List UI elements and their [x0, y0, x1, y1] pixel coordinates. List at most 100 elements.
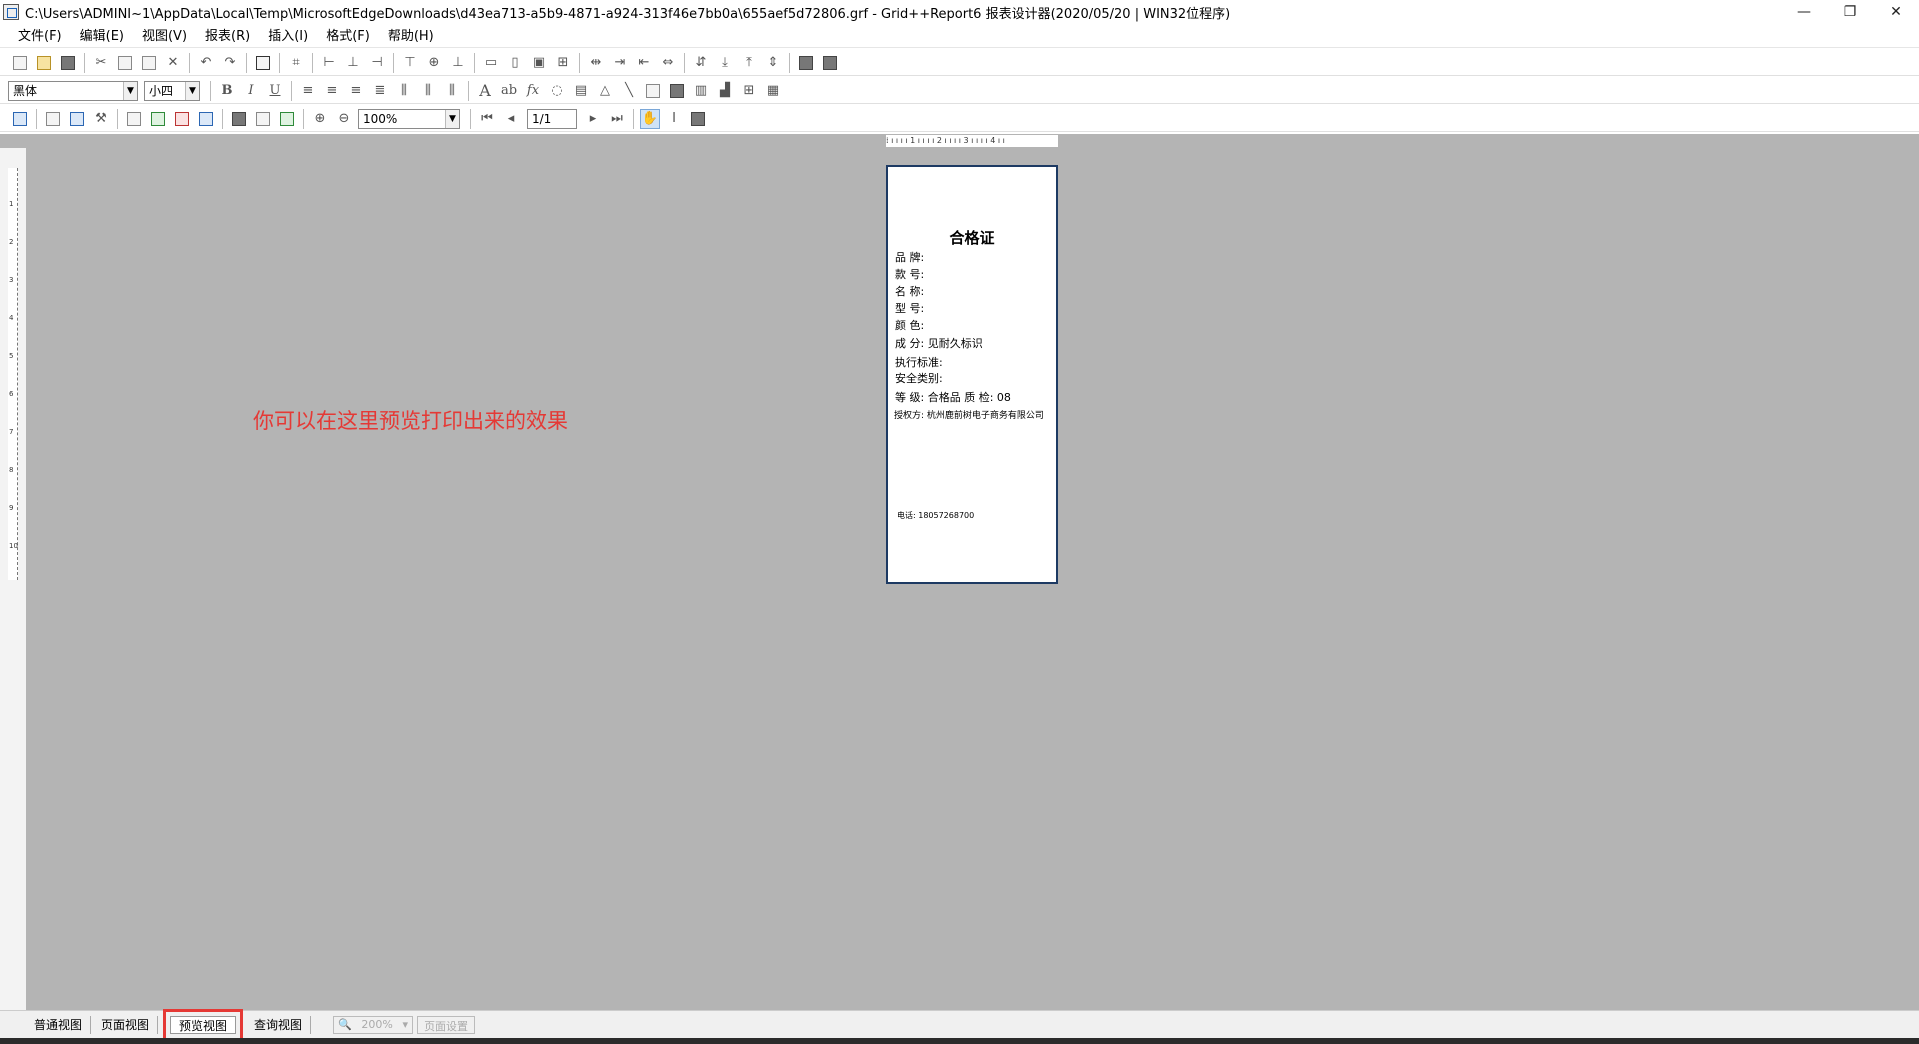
- align-left-icon[interactable]: ⊢: [319, 53, 339, 73]
- barcode-icon[interactable]: ▥: [691, 81, 711, 101]
- zoom-out-icon[interactable]: ⊖: [334, 109, 354, 129]
- tab-normal-view[interactable]: 普通视图: [26, 1015, 92, 1034]
- prev-page-icon[interactable]: ◂: [501, 109, 521, 129]
- export-icon[interactable]: [124, 109, 144, 129]
- v-space-dec-icon[interactable]: ⤒: [739, 53, 759, 73]
- shape-icon[interactable]: △: [595, 81, 615, 101]
- formula-tool[interactable]: fx: [523, 81, 543, 101]
- subreport-icon[interactable]: ▦: [763, 81, 783, 101]
- valign-middle-icon[interactable]: ⫼: [418, 81, 438, 101]
- fit-page-icon[interactable]: [253, 109, 273, 129]
- last-page-icon[interactable]: ⏭: [607, 109, 627, 129]
- align-center-icon[interactable]: ⊥: [343, 53, 363, 73]
- field-box-tool[interactable]: ab: [499, 81, 519, 101]
- help-icon[interactable]: [253, 53, 273, 73]
- print-icon[interactable]: [43, 109, 63, 129]
- minimize-button[interactable]: —: [1781, 0, 1827, 24]
- valign-top-icon[interactable]: ⫼: [394, 81, 414, 101]
- status-zoom-select[interactable]: 🔍 200% ▾: [333, 1015, 414, 1034]
- licensor-label: 授权方: 杭州鹿前树电子商务有限公司: [894, 411, 1044, 421]
- table-icon[interactable]: ⊞: [739, 81, 759, 101]
- ruler-label: 9: [9, 504, 14, 512]
- copy-icon[interactable]: [115, 53, 135, 73]
- delete-icon[interactable]: ✕: [163, 53, 183, 73]
- redo-icon[interactable]: ↷: [220, 53, 240, 73]
- summary-box-icon[interactable]: ▤: [571, 81, 591, 101]
- undo-icon[interactable]: ↶: [196, 53, 216, 73]
- tab-query-view[interactable]: 查询视图: [246, 1015, 312, 1034]
- excel-icon[interactable]: [148, 109, 168, 129]
- h-space-equal-icon[interactable]: ⇹: [586, 53, 606, 73]
- menu-help[interactable]: 帮助(H): [382, 27, 440, 47]
- same-size-icon[interactable]: ▣: [529, 53, 549, 73]
- snapshot-icon[interactable]: [688, 109, 708, 129]
- page-setup-button[interactable]: 页面设置: [417, 1015, 476, 1034]
- text-select-icon[interactable]: I: [664, 109, 684, 129]
- grid-excel-icon[interactable]: [277, 109, 297, 129]
- font-name-select[interactable]: 黑体 ▼: [8, 80, 138, 101]
- send-back-icon[interactable]: [820, 53, 840, 73]
- cut-icon[interactable]: ✂: [91, 53, 111, 73]
- h-space-remove-icon[interactable]: ⇔: [658, 53, 678, 73]
- first-page-icon[interactable]: ⏮: [477, 109, 497, 129]
- tools-icon[interactable]: ⚒: [91, 109, 111, 129]
- open-folder-icon[interactable]: [34, 53, 54, 73]
- font-size-select[interactable]: 小四 ▼: [144, 80, 200, 101]
- chart-icon[interactable]: ▟: [715, 81, 735, 101]
- v-space-remove-icon[interactable]: ⇕: [763, 53, 783, 73]
- save-icon[interactable]: [58, 53, 78, 73]
- text-justify-icon[interactable]: ≣: [370, 81, 390, 101]
- paste-icon[interactable]: [139, 53, 159, 73]
- size-grid-icon[interactable]: ⊞: [553, 53, 573, 73]
- zoom-in-icon[interactable]: ⊕: [310, 109, 330, 129]
- close-button[interactable]: ✕: [1873, 0, 1919, 24]
- separator: [303, 108, 304, 129]
- v-space-equal-icon[interactable]: ⇵: [691, 53, 711, 73]
- report-icon[interactable]: [10, 109, 30, 129]
- underline-button[interactable]: U: [265, 81, 285, 101]
- menu-report[interactable]: 报表(R): [199, 27, 256, 47]
- separator: [189, 52, 190, 73]
- valign-bottom-icon[interactable]: ⫼: [442, 81, 462, 101]
- menu-file[interactable]: 文件(F): [12, 27, 68, 47]
- picture-icon[interactable]: [667, 81, 687, 101]
- next-page-icon[interactable]: ▸: [583, 109, 603, 129]
- rich-text-icon[interactable]: [643, 81, 663, 101]
- restore-button[interactable]: ❐: [1827, 0, 1873, 24]
- bring-front-icon[interactable]: [796, 53, 816, 73]
- menu-insert[interactable]: 插入(I): [262, 27, 314, 47]
- menu-edit[interactable]: 编辑(E): [74, 27, 130, 47]
- new-file-icon[interactable]: [10, 53, 30, 73]
- align-bottom-icon[interactable]: ⊥: [448, 53, 468, 73]
- ruler-label: 5: [9, 352, 14, 360]
- h-space-dec-icon[interactable]: ⇤: [634, 53, 654, 73]
- align-top-icon[interactable]: ⊤: [400, 53, 420, 73]
- line-tool-icon[interactable]: ╲: [619, 81, 639, 101]
- tab-preview-view[interactable]: 预览视图: [163, 1008, 244, 1041]
- text-align-left-icon[interactable]: ≡: [298, 81, 318, 101]
- email-icon[interactable]: [196, 109, 216, 129]
- zoom-select[interactable]: 100% ▼: [358, 108, 460, 129]
- fit-width-icon[interactable]: [229, 109, 249, 129]
- h-space-inc-icon[interactable]: ⇥: [610, 53, 630, 73]
- tab-page-view[interactable]: 页面视图: [93, 1015, 159, 1034]
- same-height-icon[interactable]: ▯: [505, 53, 525, 73]
- italic-button[interactable]: I: [241, 81, 261, 101]
- menu-view[interactable]: 视图(V): [136, 27, 193, 47]
- grid-icon[interactable]: ⌗: [286, 53, 306, 73]
- book-icon[interactable]: [67, 109, 87, 129]
- text-align-center-icon[interactable]: ≡: [322, 81, 342, 101]
- v-space-inc-icon[interactable]: ⤓: [715, 53, 735, 73]
- menu-format[interactable]: 格式(F): [320, 27, 376, 47]
- chevron-down-icon: ▾: [402, 1018, 409, 1031]
- page-number-input[interactable]: 1/1: [527, 108, 577, 129]
- hand-tool-icon[interactable]: ✋: [640, 108, 660, 129]
- static-text-tool[interactable]: A: [475, 81, 495, 101]
- bold-button[interactable]: B: [217, 81, 237, 101]
- align-right-icon[interactable]: ⊣: [367, 53, 387, 73]
- pdf-icon[interactable]: [172, 109, 192, 129]
- same-width-icon[interactable]: ▭: [481, 53, 501, 73]
- align-middle-icon[interactable]: ⊕: [424, 53, 444, 73]
- text-align-right-icon[interactable]: ≡: [346, 81, 366, 101]
- system-var-icon[interactable]: ◌: [547, 81, 567, 101]
